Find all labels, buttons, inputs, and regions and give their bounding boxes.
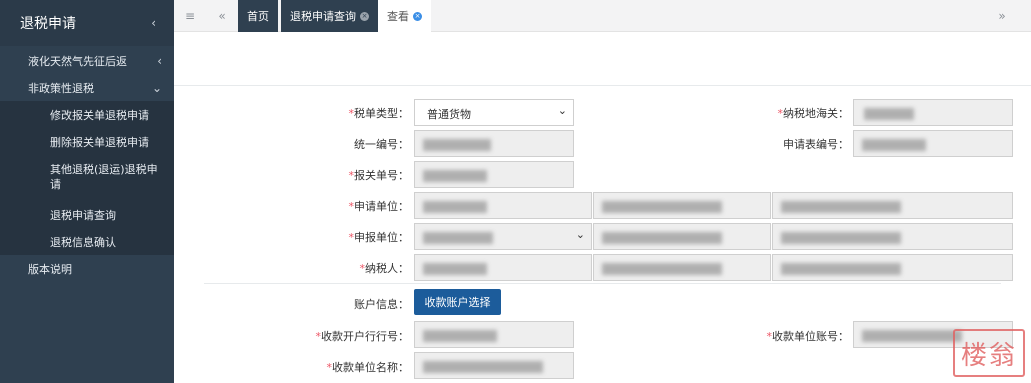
- sidebar-subitem-label: 删除报关单退税申请: [50, 135, 149, 149]
- sidebar-item-label: 版本说明: [28, 262, 72, 276]
- taxpayer-name-field[interactable]: [593, 254, 771, 281]
- applicant-code-field[interactable]: [414, 192, 592, 219]
- unified-no-label: 统一编号：: [354, 138, 409, 151]
- bank-label: *收款开户行行号：: [315, 330, 410, 343]
- tab-home[interactable]: 首页: [238, 0, 278, 32]
- taxpayer-extra-field[interactable]: [772, 254, 1013, 281]
- main-content: *税单类型： 普通货物 ⌄ *纳税地海关： 统一编号： 申请表编号： *报关单号…: [174, 33, 1031, 383]
- taxpayer-label: *纳税人：: [359, 262, 410, 275]
- watermark-logo: 楼翁: [953, 329, 1025, 377]
- tax-type-select[interactable]: 普通货物 ⌄: [414, 99, 574, 126]
- sidebar-subitem-label: 退税信息确认: [50, 235, 116, 249]
- app-window: 退税申请 ‹ 液化天然气先征后返 ‹ 非政策性退税 ⌄ 修改报关单退税申请 删除…: [0, 0, 1031, 383]
- tab-label: 查看: [387, 10, 409, 23]
- sidebar-subitem-label: 其他退税(退运)退税申请: [50, 163, 158, 191]
- sidebar-submenu: 修改报关单退税申请 删除报关单退税申请 其他退税(退运)退税申请 退税申请查询 …: [0, 101, 174, 255]
- receiver-name-label: *收款单位名称：: [326, 361, 410, 374]
- declarant-select[interactable]: ⌄: [414, 223, 592, 250]
- declarant-extra-field[interactable]: [772, 223, 1013, 250]
- customs-label: *纳税地海关：: [777, 107, 850, 120]
- divider: [204, 283, 1001, 284]
- bank-field[interactable]: [414, 321, 574, 348]
- declarant-name-field[interactable]: [593, 223, 771, 250]
- account-info-label: 账户信息：: [354, 298, 409, 311]
- declaration-no-field[interactable]: [414, 161, 574, 188]
- declarant-label: *申报单位：: [348, 231, 410, 244]
- tab-bar: ≡ « 首页 退税申请查询 × 查看 × »: [174, 0, 1031, 32]
- receiver-name-field[interactable]: [414, 352, 574, 379]
- application-no-field[interactable]: [853, 130, 1013, 157]
- chevron-left-icon: ‹: [151, 16, 156, 30]
- declaration-no-label: *报关单号：: [348, 169, 410, 182]
- tab-refund-query[interactable]: 退税申请查询 ×: [281, 0, 378, 32]
- sidebar-subitem-other-refund[interactable]: 其他退税(退运)退税申请: [0, 155, 174, 201]
- sidebar-header[interactable]: 退税申请 ‹: [0, 0, 174, 46]
- taxpayer-code-field[interactable]: [414, 254, 592, 281]
- applicant-name-field[interactable]: [593, 192, 771, 219]
- chevron-down-icon: ⌄: [151, 80, 162, 95]
- sidebar-item-non-policy-refund[interactable]: 非政策性退税 ⌄: [0, 74, 174, 101]
- close-icon[interactable]: ×: [413, 11, 422, 21]
- tab-label: 首页: [247, 10, 269, 23]
- sidebar-subitem-delete-declaration[interactable]: 删除报关单退税申请: [0, 128, 174, 155]
- tab-label: 退税申请查询: [290, 10, 356, 23]
- sidebar-subitem-refund-query[interactable]: 退税申请查询: [0, 201, 174, 228]
- double-left-arrow-icon[interactable]: «: [208, 0, 236, 32]
- account-select-button[interactable]: 收款账户选择: [414, 289, 501, 315]
- applicant-label: *申请单位：: [348, 200, 410, 213]
- chevron-down-icon: ⌄: [575, 228, 585, 241]
- double-right-arrow-icon[interactable]: »: [988, 0, 1016, 32]
- sidebar-item-version-notes[interactable]: 版本说明: [0, 255, 174, 282]
- hamburger-icon[interactable]: ≡: [176, 0, 204, 32]
- sidebar-item-label: 非政策性退税: [28, 81, 94, 95]
- receiver-account-label: *收款单位账号：: [766, 330, 850, 343]
- unified-no-field[interactable]: [414, 130, 574, 157]
- applicant-extra-field[interactable]: [772, 192, 1013, 219]
- tax-type-label: *税单类型：: [348, 107, 410, 120]
- divider: [174, 85, 1031, 86]
- chevron-left-icon: ‹: [157, 53, 162, 68]
- close-icon[interactable]: ×: [360, 11, 369, 21]
- sidebar-title: 退税申请: [20, 16, 76, 32]
- chevron-down-icon: ⌄: [557, 104, 567, 117]
- tax-type-value: 普通货物: [427, 108, 471, 121]
- sidebar-subitem-modify-declaration[interactable]: 修改报关单退税申请: [0, 101, 174, 128]
- tab-view[interactable]: 查看 ×: [378, 0, 431, 32]
- sidebar-subitem-label: 退税申请查询: [50, 208, 116, 222]
- customs-field[interactable]: [853, 99, 1013, 126]
- application-no-label: 申请表编号：: [783, 138, 849, 151]
- sidebar-item-label: 液化天然气先征后返: [28, 54, 127, 68]
- sidebar-subitem-refund-confirm[interactable]: 退税信息确认: [0, 228, 174, 255]
- sidebar-item-lng-refund[interactable]: 液化天然气先征后返 ‹: [0, 47, 174, 74]
- sidebar: 退税申请 ‹ 液化天然气先征后返 ‹ 非政策性退税 ⌄ 修改报关单退税申请 删除…: [0, 0, 174, 383]
- sidebar-subitem-label: 修改报关单退税申请: [50, 108, 149, 122]
